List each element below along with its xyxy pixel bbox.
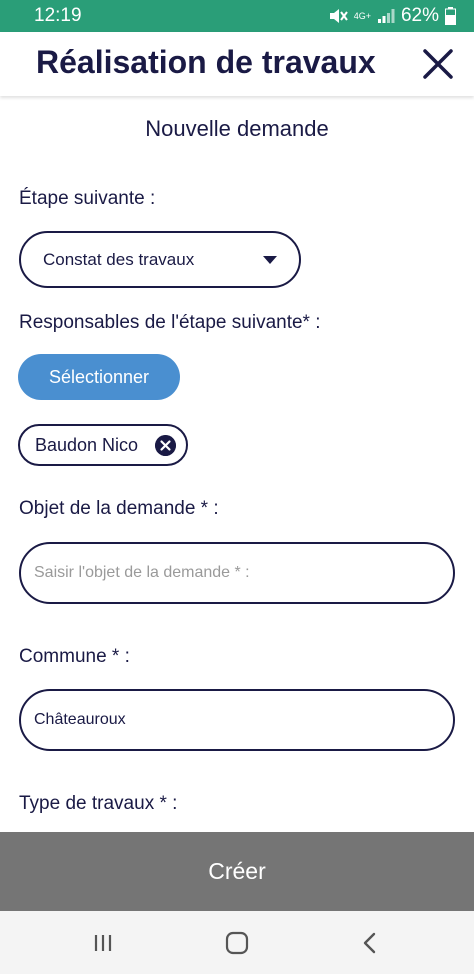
objet-input[interactable]: [19, 542, 455, 604]
battery-level: 62%: [400, 5, 439, 26]
status-icons: 4G+ 62%: [328, 5, 456, 27]
status-time: 12:19: [34, 5, 82, 26]
page-title: Réalisation de travaux: [36, 44, 376, 80]
objet-label: Objet de la demande * :: [19, 498, 219, 519]
system-nav-bar: [0, 911, 474, 974]
selected-person-chip: Baudon Nico: [18, 424, 188, 466]
network-icon: 4G+: [353, 10, 371, 21]
form-subtitle: Nouvelle demande: [145, 116, 329, 141]
caret-down-icon: [263, 255, 277, 264]
responsables-label: Responsables de l'étape suivante* :: [19, 312, 321, 333]
next-step-value: Constat des travaux: [43, 249, 195, 269]
mute-icon: [329, 9, 348, 23]
close-icon[interactable]: [420, 46, 456, 82]
type-travaux-label: Type de travaux * :: [19, 793, 178, 814]
app-header: Réalisation de travaux: [0, 32, 474, 96]
select-responsables-button[interactable]: Sélectionner: [18, 354, 180, 400]
status-bar: 12:19 4G+ 62%: [0, 0, 474, 32]
commune-input[interactable]: [19, 689, 455, 751]
battery-icon: [445, 7, 456, 25]
signal-icon: [377, 9, 395, 23]
remove-icon[interactable]: [155, 435, 176, 456]
create-button[interactable]: Créer: [0, 832, 474, 911]
commune-label: Commune * :: [19, 646, 130, 667]
back-icon[interactable]: [356, 929, 384, 957]
chip-label: Baudon Nico: [35, 434, 139, 455]
next-step-label: Étape suivante :: [19, 188, 156, 209]
recent-apps-icon[interactable]: [89, 929, 117, 957]
next-step-select[interactable]: Constat des travaux: [19, 231, 301, 288]
home-icon[interactable]: [223, 929, 251, 957]
